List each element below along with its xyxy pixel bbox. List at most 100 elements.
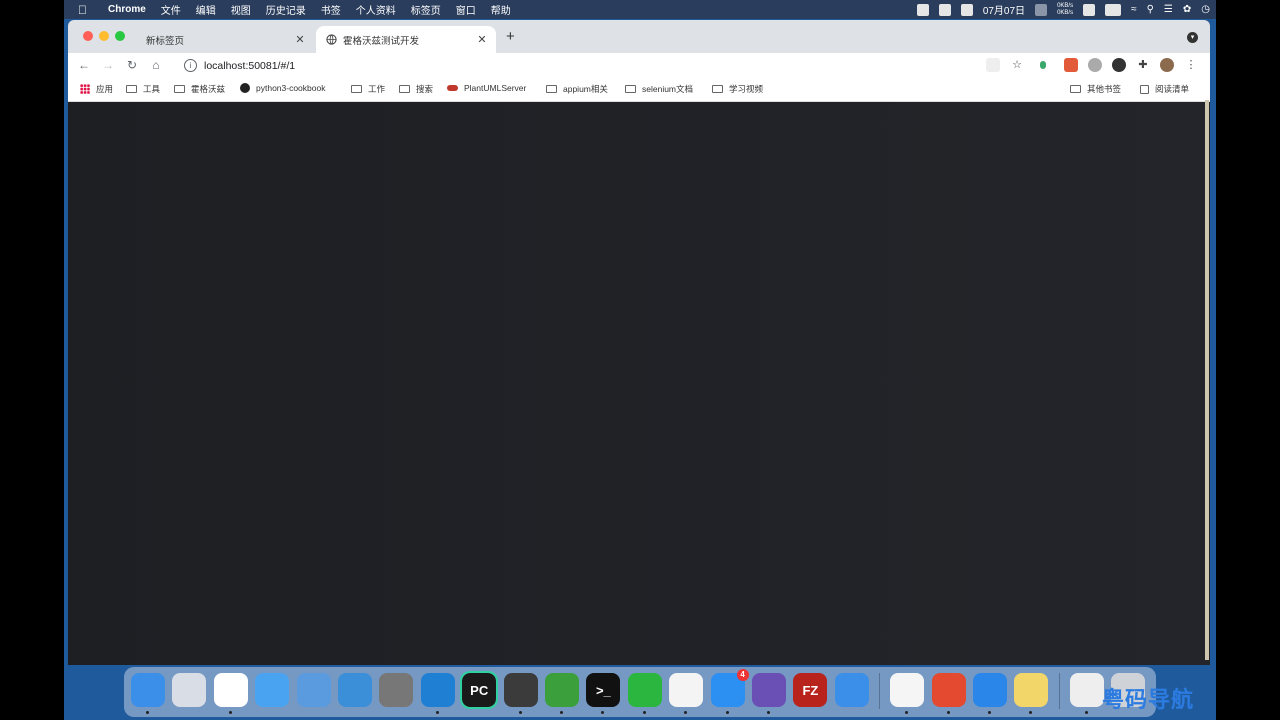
preview-icon[interactable]	[1069, 673, 1104, 707]
evernote-tray-icon[interactable]	[916, 3, 929, 16]
menu-bar:  Chrome 文件 编辑 视图 历史记录 书签 个人资料 标签页 窗口 帮助…	[64, 0, 1216, 19]
menu-help[interactable]: 帮助	[491, 2, 511, 17]
plantuml-icon	[447, 85, 458, 91]
bookmark-work[interactable]: 工作	[351, 83, 385, 95]
wps-icon[interactable]	[890, 673, 925, 707]
minimize-window-button[interactable]	[99, 31, 109, 41]
app-store-icon[interactable]: 4	[710, 669, 749, 707]
close-tab-icon[interactable]: ✕	[292, 33, 308, 46]
maximize-window-button[interactable]	[115, 31, 125, 41]
bookmark-label: 阅读清单	[1155, 84, 1190, 94]
tab-search-icon[interactable]: ▾	[1187, 32, 1198, 43]
evernote-icon[interactable]	[545, 673, 579, 707]
bookmark-python3-cookbook[interactable]: python3-cookbook	[240, 83, 325, 93]
menu-file[interactable]: 文件	[161, 2, 181, 17]
filezilla-icon[interactable]: FZ	[793, 673, 828, 707]
extensions-puzzle-icon[interactable]: ✚	[1136, 58, 1150, 72]
reading-list[interactable]: 阅读清单	[1140, 83, 1189, 95]
safari-icon[interactable]	[255, 673, 290, 707]
menu-view[interactable]: 视图	[231, 2, 251, 17]
vscode-icon[interactable]	[420, 673, 455, 707]
running-indicator	[988, 711, 991, 714]
system-preferences-icon[interactable]	[379, 673, 414, 707]
page-content	[68, 102, 1210, 665]
bookmark-appium[interactable]: appium相关	[546, 83, 608, 95]
dock: PC >_ 4 FZ	[124, 667, 1156, 717]
wifi-icon[interactable]: ≈	[1131, 4, 1137, 15]
finder-icon[interactable]	[131, 673, 165, 707]
forward-icon[interactable]: →	[96, 58, 120, 72]
bookmarks-bar: 应用 工具 霍格沃兹 python3-cookbook 工作 搜索 PlantU…	[68, 77, 1210, 102]
battery-icon[interactable]	[1105, 3, 1122, 16]
lanhu-icon[interactable]	[973, 673, 1007, 707]
folder-icon	[1070, 85, 1081, 93]
running-indicator	[767, 711, 770, 714]
chrome-icon[interactable]	[213, 673, 248, 707]
pycharm-icon[interactable]: PC	[460, 671, 499, 709]
address-bar[interactable]: i localhost:50081/#/1	[184, 57, 295, 74]
menu-edit[interactable]: 编辑	[196, 2, 216, 17]
screen-recorder-icon[interactable]	[752, 673, 786, 707]
globe-icon	[326, 34, 337, 45]
avatar[interactable]	[1160, 58, 1174, 72]
menu-tabs[interactable]: 标签页	[411, 2, 441, 17]
menu-bookmarks[interactable]: 书签	[321, 2, 341, 17]
running-indicator	[725, 711, 729, 714]
tableau-icon[interactable]	[338, 673, 372, 707]
site-info-icon[interactable]: i	[184, 59, 197, 72]
extension-profile-icon[interactable]	[1088, 58, 1102, 72]
apple-menu-icon[interactable]: 	[78, 3, 90, 17]
feishu-icon[interactable]	[834, 673, 869, 707]
grid-tray-icon[interactable]	[960, 3, 973, 16]
bookmark-label: selenium文档	[642, 84, 694, 94]
kebab-menu-icon[interactable]: ⋮	[1184, 58, 1198, 72]
extension-tree-icon[interactable]	[1064, 58, 1078, 72]
running-indicator	[435, 711, 439, 714]
qq-icon[interactable]	[669, 673, 704, 707]
bookmark-plantuml[interactable]: PlantUMLServer	[447, 83, 526, 93]
back-icon[interactable]: ←	[72, 58, 96, 72]
control-center-icon[interactable]: ☰	[1164, 4, 1173, 15]
network-speed: 0KB/s 0KB/s	[1057, 3, 1073, 17]
menu-window[interactable]: 窗口	[456, 2, 476, 17]
notes-icon[interactable]	[1014, 673, 1049, 707]
home-icon[interactable]: ⌂	[144, 58, 168, 72]
bookmark-selenium-docs[interactable]: selenium文档	[625, 83, 693, 95]
xmind-icon[interactable]	[931, 673, 966, 707]
calendar-date[interactable]: 07月07日	[983, 2, 1025, 17]
siri-icon[interactable]: ✿	[1183, 4, 1191, 15]
bookmark-search[interactable]: 搜索	[399, 83, 433, 95]
bookmark-star-icon[interactable]: ☆	[1010, 58, 1024, 72]
menu-history[interactable]: 历史记录	[266, 2, 306, 17]
close-tab-icon[interactable]: ✕	[474, 33, 490, 46]
bookmark-hogwarts[interactable]: 霍格沃兹	[174, 83, 225, 95]
tab-new-tab[interactable]: 新标签页 ✕	[134, 26, 314, 53]
bookmark-tools[interactable]: 工具	[126, 83, 160, 95]
folder-icon	[351, 85, 362, 93]
evernote-extension-icon[interactable]	[1112, 58, 1126, 72]
bookmark-learning-videos[interactable]: 学习视频	[712, 83, 763, 95]
reload-icon[interactable]: ↻	[120, 58, 144, 72]
terminal-icon[interactable]: >_	[586, 673, 621, 707]
app-menu[interactable]: Chrome	[108, 4, 146, 15]
translate-icon[interactable]	[986, 58, 1000, 72]
wps-tray-icon[interactable]	[938, 3, 951, 16]
input-tray-icon[interactable]	[1083, 3, 1096, 16]
bookmark-other[interactable]: 其他书签	[1070, 83, 1121, 95]
spotlight-search-icon[interactable]: ⚲	[1147, 4, 1154, 15]
tab-hogwarts[interactable]: 霍格沃兹测试开发 ✕	[316, 26, 496, 53]
extension-flag-icon[interactable]	[1040, 61, 1046, 69]
close-window-button[interactable]	[83, 31, 93, 41]
bookmark-label: 搜索	[416, 84, 434, 94]
clock-icon[interactable]: ◷	[1201, 4, 1210, 15]
url-text[interactable]: localhost:50081/#/1	[204, 60, 295, 72]
launchpad-icon[interactable]	[172, 673, 207, 707]
sublime-text-icon[interactable]	[503, 673, 538, 707]
bookmark-apps[interactable]: 应用	[80, 83, 113, 95]
battery-monitor-icon[interactable]	[1035, 3, 1048, 16]
keynote-icon[interactable]	[296, 673, 331, 707]
wechat-icon[interactable]	[627, 673, 662, 707]
tab-label: 霍格沃兹测试开发	[343, 35, 420, 47]
new-tab-button[interactable]: +	[506, 28, 515, 45]
menu-profiles[interactable]: 个人资料	[356, 2, 396, 17]
